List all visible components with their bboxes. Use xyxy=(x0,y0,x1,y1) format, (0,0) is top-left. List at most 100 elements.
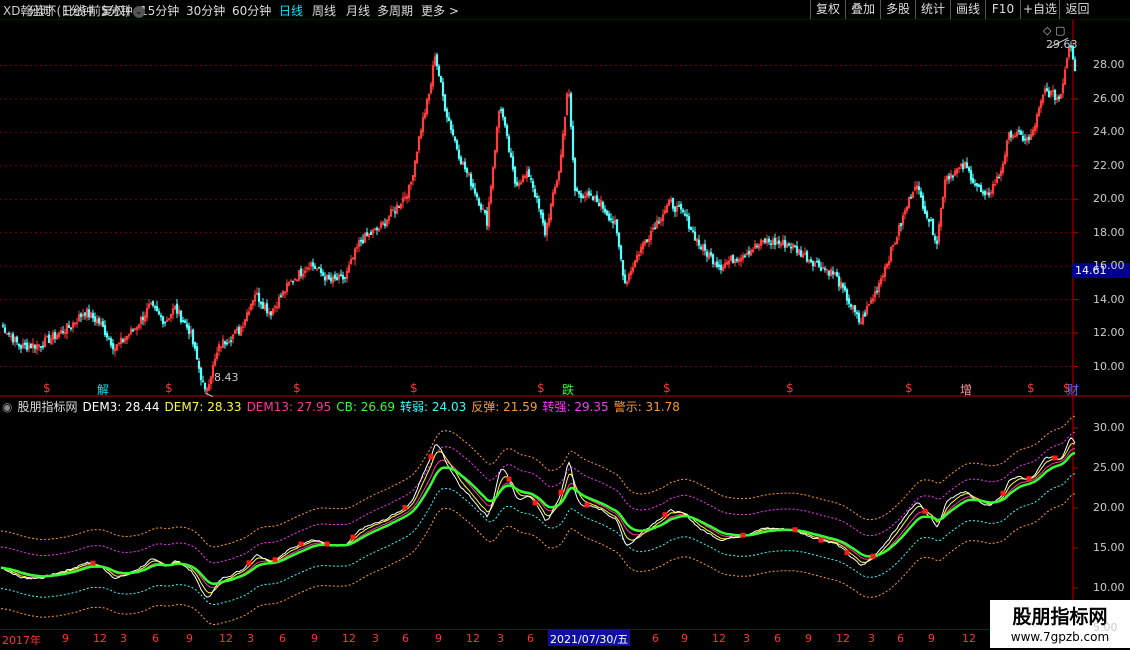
diamond-icon[interactable]: ◇ xyxy=(1043,24,1051,37)
candle-body xyxy=(11,333,15,343)
toolbar-button-1[interactable]: 叠加 xyxy=(845,0,880,19)
toolbar-button-0[interactable]: 复权 xyxy=(810,0,845,19)
candle-body xyxy=(47,334,51,344)
candle-body xyxy=(793,245,797,248)
candle-body xyxy=(789,246,793,249)
candle-body xyxy=(977,184,981,188)
candle-body xyxy=(597,202,601,207)
candle-body xyxy=(475,193,479,198)
candle-body xyxy=(443,94,447,112)
chart-tools: ◇ ▢ xyxy=(1043,24,1065,37)
candle-body xyxy=(975,183,979,187)
candle-body xyxy=(437,65,441,77)
candle-body xyxy=(605,210,609,216)
indicator-tick-label: 5.00 xyxy=(1093,621,1118,634)
timeframe-7[interactable]: 周线 xyxy=(312,2,336,19)
candle-body xyxy=(983,191,987,196)
candle-body xyxy=(617,232,621,248)
toolbar: 分时 1分钟 5分钟 15分钟 30分钟 60分钟 日线 周线 月线 多周期 更多 > 复权 叠加 多股统… xyxy=(0,0,1130,20)
candle-body xyxy=(927,218,931,222)
candle-body xyxy=(973,183,977,186)
signal-marker xyxy=(818,537,824,543)
timeframe-10[interactable]: 更多 > xyxy=(421,2,459,19)
candle-body xyxy=(53,332,57,339)
chevron-down-icon[interactable]: ⌄ xyxy=(132,5,145,18)
candle-body xyxy=(601,202,605,209)
candle-body xyxy=(933,236,937,241)
timeframe-4[interactable]: 30分钟 xyxy=(186,2,225,19)
candle-body xyxy=(967,167,971,171)
indicator-value: 转强: 29.35 xyxy=(542,400,609,414)
candle-body xyxy=(299,268,303,277)
candle-body xyxy=(819,267,823,271)
candle-body xyxy=(383,223,387,226)
candle-body xyxy=(463,161,467,170)
candle-body xyxy=(987,192,991,196)
toolbar-button-6[interactable]: +自选 xyxy=(1020,0,1059,19)
signal-label: $ xyxy=(537,381,545,395)
timeframe-9[interactable]: 多周期 xyxy=(377,2,413,19)
candle-body xyxy=(645,239,649,242)
timeframe-5[interactable]: 60分钟 xyxy=(232,2,271,19)
candle-body xyxy=(141,316,145,321)
signal-marker xyxy=(272,557,278,563)
candle-body xyxy=(19,345,23,349)
candle-body xyxy=(313,265,317,269)
candle-body xyxy=(849,304,853,307)
toolbar-button-2[interactable]: 多股 xyxy=(880,0,915,19)
candle-body xyxy=(265,303,269,314)
candle-body xyxy=(703,244,707,251)
signal-label: 增 xyxy=(960,383,973,397)
candle-body xyxy=(477,198,481,206)
signal-marker xyxy=(558,489,564,495)
candle-body xyxy=(451,129,455,136)
candle-body xyxy=(201,380,205,383)
candle-body xyxy=(671,197,675,209)
candle-body xyxy=(203,382,207,390)
candle-body xyxy=(237,326,241,335)
candle-body xyxy=(289,280,293,282)
candle-body xyxy=(361,239,365,244)
timeframe-6[interactable]: 日线 xyxy=(279,2,303,19)
candle-body xyxy=(191,329,195,345)
candle-body xyxy=(321,272,325,276)
candle-body xyxy=(981,191,985,194)
time-label: 3 xyxy=(120,632,127,645)
high-annotation: 29.63 xyxy=(1046,38,1078,51)
toolbar-button-4[interactable]: 画线 xyxy=(950,0,985,19)
candle-body xyxy=(93,316,97,322)
candle-body xyxy=(603,208,607,213)
toolbar-button-5[interactable]: F10 xyxy=(985,0,1020,19)
candle-body xyxy=(1027,136,1031,141)
candle-body xyxy=(917,186,921,191)
chart-canvas[interactable] xyxy=(0,0,1130,650)
candle-body xyxy=(87,309,91,318)
candle-body xyxy=(539,209,543,215)
timeframe-3[interactable]: 15分钟 xyxy=(140,2,179,19)
candle-body xyxy=(607,213,611,221)
candle-body xyxy=(323,276,327,281)
candle-body xyxy=(439,75,443,83)
low-annotation: 8.43 xyxy=(214,371,239,384)
timeframe-8[interactable]: 月线 xyxy=(346,2,370,19)
candle-body xyxy=(41,345,45,348)
candle-body xyxy=(375,227,379,230)
time-label: 12 xyxy=(466,632,480,645)
indicator-tick-label: 25.00 xyxy=(1093,461,1125,474)
toolbar-button-7[interactable]: 返回 xyxy=(1059,0,1095,19)
candle-body xyxy=(653,227,657,230)
candle-body xyxy=(121,339,125,343)
candle-body xyxy=(979,184,983,193)
toolbar-button-3[interactable]: 统计 xyxy=(915,0,950,19)
candle-body xyxy=(815,261,819,263)
candle-body xyxy=(1045,88,1049,92)
indicator-menu-icon[interactable]: ◉ xyxy=(2,400,12,414)
candle-body xyxy=(863,312,867,317)
window-icon[interactable]: ▢ xyxy=(1055,24,1065,37)
signal-label: $ xyxy=(165,381,173,395)
candle-body xyxy=(509,152,513,158)
candle-body xyxy=(513,166,517,184)
signal-marker xyxy=(1026,476,1032,482)
candle-body xyxy=(187,325,191,334)
signal-marker xyxy=(90,560,96,566)
